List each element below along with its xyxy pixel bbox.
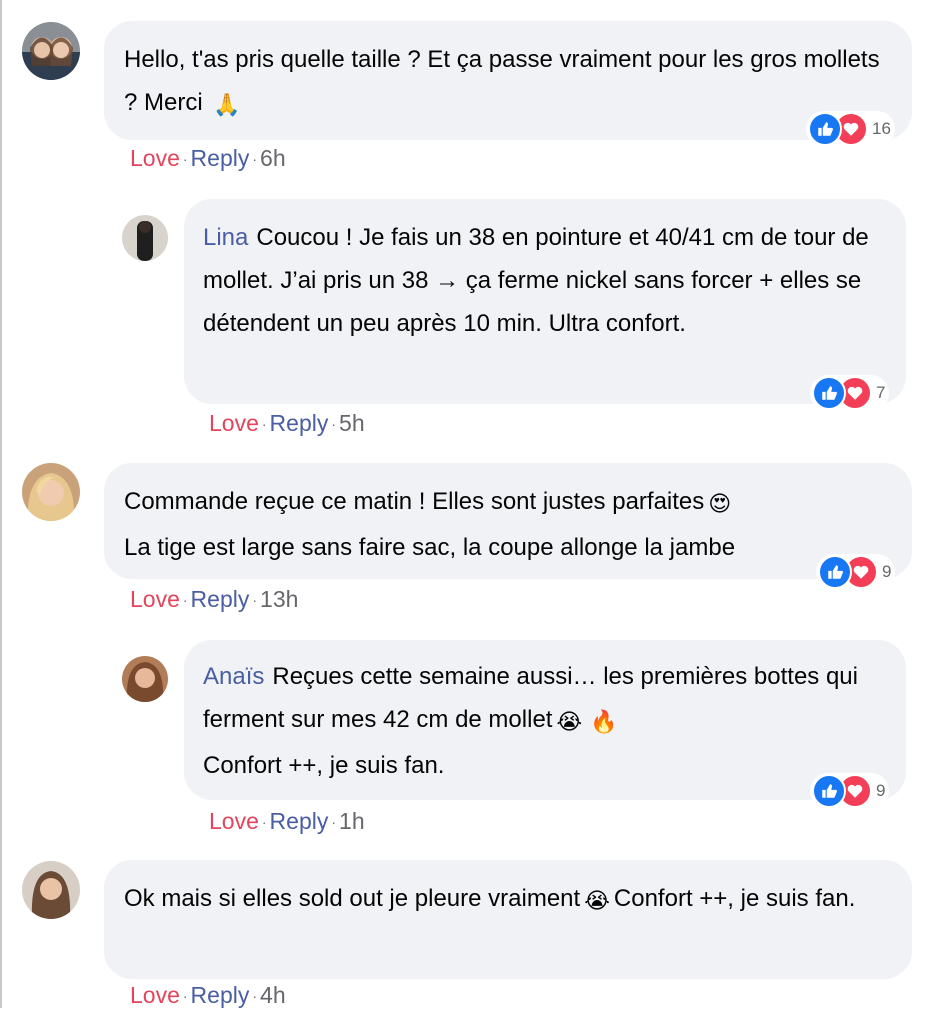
reactions-summary[interactable]: 9: [816, 554, 896, 590]
separator: ·: [182, 151, 188, 167]
comment-text-line2: La tige est large sans faire sac, la cou…: [124, 534, 736, 561]
separator: ·: [182, 592, 188, 608]
separator: ·: [252, 151, 258, 167]
avatar[interactable]: [122, 656, 168, 702]
separator: ·: [331, 416, 337, 432]
comment-actions: Love · Reply · 4h: [130, 980, 286, 1011]
avatar[interactable]: [22, 22, 80, 80]
timestamp[interactable]: 1h: [339, 808, 365, 834]
separator: ·: [252, 988, 258, 1004]
comment-bubble: Ok mais si elles sold out je pleure vrai…: [104, 860, 912, 979]
reply-button[interactable]: Reply: [191, 586, 250, 612]
comment-text: Reçues cette semaine aussi… les première…: [203, 663, 858, 733]
thumbs-up-icon: [808, 112, 842, 146]
love-button[interactable]: Love: [209, 808, 259, 834]
heart-eyes-emoji: 😍: [708, 492, 732, 517]
comment-bubble: Hello, t'as pris quelle taille ? Et ça p…: [104, 21, 912, 140]
reaction-count: 16: [872, 119, 891, 138]
avatar-photo: [122, 215, 168, 261]
thumbs-up-icon: [812, 376, 846, 410]
avatar-photo: [122, 656, 168, 702]
reply-button[interactable]: Reply: [191, 145, 250, 171]
comment-actions: Love · Reply · 6h: [130, 143, 286, 174]
thumbs-up-icon: [818, 555, 852, 589]
comment-text: Ok mais si elles sold out je pleure vrai…: [124, 885, 581, 912]
reaction-count: 7: [876, 383, 886, 402]
pray-emoji: 🙏: [213, 93, 241, 118]
thread-line: [0, 0, 2, 1008]
reaction-count: 9: [882, 562, 892, 581]
crying-emoji: 😭: [556, 710, 583, 735]
comment-actions: Love · Reply · 13h: [130, 584, 298, 615]
avatar-photo: [22, 463, 80, 521]
separator: ·: [331, 814, 337, 830]
avatar-photo: [22, 861, 80, 919]
crying-emoji: 😭: [584, 889, 610, 914]
comment-text-line2: Confort ++, je suis fan.: [613, 885, 856, 912]
reply-button[interactable]: Reply: [191, 982, 250, 1008]
reactions-summary[interactable]: 7: [810, 375, 890, 411]
comment-author[interactable]: Lina: [203, 224, 248, 251]
reply-button[interactable]: Reply: [270, 808, 329, 834]
avatar[interactable]: [22, 861, 80, 919]
reply-button[interactable]: Reply: [270, 410, 329, 436]
comment-actions: Love · Reply · 5h: [209, 408, 365, 439]
timestamp[interactable]: 4h: [260, 982, 286, 1008]
reaction-count: 9: [876, 781, 886, 800]
avatar[interactable]: [122, 215, 168, 261]
separator: ·: [252, 592, 258, 608]
comment-text: Coucou ! Je fais un 38 en pointure et 40…: [203, 224, 869, 337]
separator: ·: [182, 988, 188, 1004]
comment-actions: Love · Reply · 1h: [209, 806, 365, 837]
timestamp[interactable]: 13h: [260, 586, 298, 612]
comment-bubble: Commande reçue ce matin ! Elles sont jus…: [104, 463, 912, 579]
fire-emoji: 🔥: [590, 710, 618, 735]
love-button[interactable]: Love: [130, 982, 180, 1008]
reply-bubble: Anaïs Reçues cette semaine aussi… les pre…: [184, 640, 906, 800]
love-button[interactable]: Love: [130, 145, 180, 171]
separator: ·: [261, 814, 267, 830]
timestamp[interactable]: 5h: [339, 410, 365, 436]
love-button[interactable]: Love: [130, 586, 180, 612]
reactions-summary[interactable]: 9: [810, 773, 890, 809]
love-button[interactable]: Love: [209, 410, 259, 436]
avatar-photo: [22, 22, 80, 80]
comment-text-line2: Confort ++, je suis fan.: [203, 752, 445, 779]
comment-text: Commande reçue ce matin ! Elles sont jus…: [124, 488, 705, 515]
avatar[interactable]: [22, 463, 80, 521]
thumbs-up-icon: [812, 774, 846, 808]
timestamp[interactable]: 6h: [260, 145, 286, 171]
comment-author[interactable]: Anaïs: [203, 663, 264, 690]
reply-bubble: Lina Coucou ! Je fais un 38 en pointure e…: [184, 199, 906, 404]
separator: ·: [261, 416, 267, 432]
reactions-summary[interactable]: 16: [806, 111, 895, 147]
